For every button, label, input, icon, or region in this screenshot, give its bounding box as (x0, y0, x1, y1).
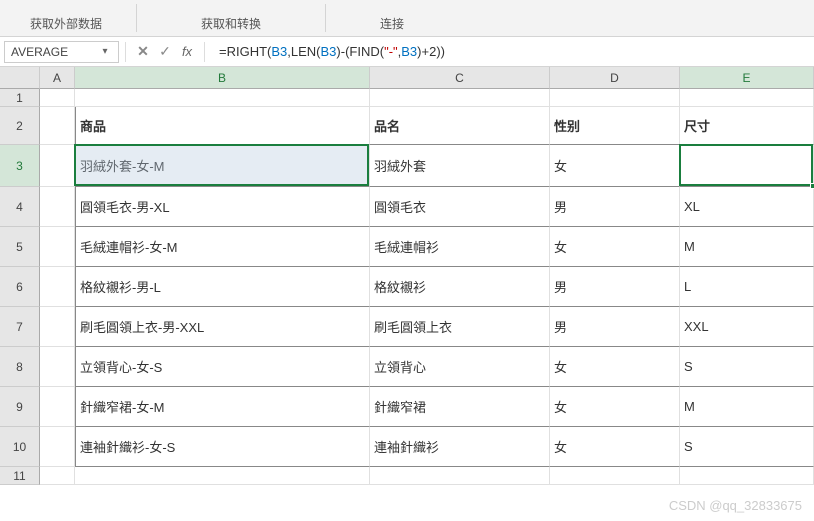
cell-A9[interactable] (40, 387, 75, 427)
cancel-icon[interactable]: ✕ (132, 43, 154, 60)
separator (204, 42, 205, 62)
watermark: CSDN @qq_32833675 (669, 498, 802, 513)
column-header-C[interactable]: C (370, 67, 550, 89)
cell-E1[interactable] (680, 89, 814, 107)
ribbon-separator (136, 4, 137, 32)
column-header-B[interactable]: B (75, 67, 370, 89)
cell-E2[interactable]: 尺寸 (680, 107, 814, 145)
ribbon-separator (325, 4, 326, 32)
cell-A10[interactable] (40, 427, 75, 467)
cell-A7[interactable] (40, 307, 75, 347)
row-header-10[interactable]: 10 (0, 427, 40, 467)
cell-A5[interactable] (40, 227, 75, 267)
select-all-corner[interactable] (0, 67, 40, 89)
cell-E7[interactable]: XXL (680, 307, 814, 347)
formula-bar: ▾ ✕ ✓ fx =RIGHT(B3,LEN(B3)-(FIND("-",B3)… (0, 37, 814, 67)
formula-input[interactable]: =RIGHT(B3,LEN(B3)-(FIND("-",B3)+2)) (211, 44, 810, 60)
chevron-down-icon[interactable]: ▾ (95, 46, 115, 57)
cell-C7[interactable]: 刷毛圓領上衣 (370, 307, 550, 347)
cell-D8[interactable]: 女 (550, 347, 680, 387)
row-header-4[interactable]: 4 (0, 187, 40, 227)
cell-B5[interactable]: 毛絨連帽衫-女-M (75, 227, 370, 267)
enter-icon[interactable]: ✓ (154, 43, 176, 60)
cell-B11[interactable] (75, 467, 370, 485)
cell-C4[interactable]: 圓領毛衣 (370, 187, 550, 227)
row-header-5[interactable]: 5 (0, 227, 40, 267)
cell-B9[interactable]: 針織窄裙-女-M (75, 387, 370, 427)
cell-D10[interactable]: 女 (550, 427, 680, 467)
cell-B2[interactable]: 商品 (75, 107, 370, 145)
cell-A1[interactable] (40, 89, 75, 107)
name-box-input[interactable] (5, 45, 95, 59)
ribbon-label: 获取外部数据 (30, 15, 102, 36)
spreadsheet-grid[interactable]: ABCDE1234567891011商品品名性别尺寸羽絨外套-女-M羽絨外套女'… (0, 67, 814, 521)
row-header-7[interactable]: 7 (0, 307, 40, 347)
cell-A4[interactable] (40, 187, 75, 227)
cell-E9[interactable]: M (680, 387, 814, 427)
name-box[interactable]: ▾ (4, 41, 119, 63)
column-header-D[interactable]: D (550, 67, 680, 89)
cell-D4[interactable]: 男 (550, 187, 680, 227)
cell-B10[interactable]: 連袖針織衫-女-S (75, 427, 370, 467)
cell-C3[interactable]: 羽絨外套 (370, 145, 550, 187)
row-header-3[interactable]: 3 (0, 145, 40, 187)
ribbon: 获取外部数据 获取和转换 连接 (0, 0, 814, 37)
cell-D9[interactable]: 女 (550, 387, 680, 427)
cell-B4[interactable]: 圓領毛衣-男-XL (75, 187, 370, 227)
cell-C1[interactable] (370, 89, 550, 107)
ribbon-label: 获取和转换 (201, 15, 261, 36)
row-header-8[interactable]: 8 (0, 347, 40, 387)
cell-E5[interactable]: M (680, 227, 814, 267)
cell-B7[interactable]: 刷毛圓領上衣-男-XXL (75, 307, 370, 347)
row-header-11[interactable]: 11 (0, 467, 40, 485)
cell-A11[interactable] (40, 467, 75, 485)
row-header-9[interactable]: 9 (0, 387, 40, 427)
row-header-6[interactable]: 6 (0, 267, 40, 307)
cell-A2[interactable] (40, 107, 75, 145)
column-header-E[interactable]: E (680, 67, 814, 89)
cell-B6[interactable]: 格紋襯衫-男-L (75, 267, 370, 307)
column-header-A[interactable]: A (40, 67, 75, 89)
cell-E4[interactable]: XL (680, 187, 814, 227)
cell-C2[interactable]: 品名 (370, 107, 550, 145)
cell-B3[interactable]: 羽絨外套-女-M (75, 145, 370, 187)
cell-A8[interactable] (40, 347, 75, 387)
cell-E3[interactable]: '-",B3)+2)) (680, 145, 814, 187)
fx-icon[interactable]: fx (176, 44, 198, 59)
cell-D1[interactable] (550, 89, 680, 107)
cell-B8[interactable]: 立領背心-女-S (75, 347, 370, 387)
ribbon-label: 连接 (380, 15, 404, 36)
row-header-1[interactable]: 1 (0, 89, 40, 107)
cell-D6[interactable]: 男 (550, 267, 680, 307)
cell-D2[interactable]: 性别 (550, 107, 680, 145)
cell-E8[interactable]: S (680, 347, 814, 387)
cell-C5[interactable]: 毛絨連帽衫 (370, 227, 550, 267)
cell-C9[interactable]: 針織窄裙 (370, 387, 550, 427)
row-header-2[interactable]: 2 (0, 107, 40, 145)
cell-C6[interactable]: 格紋襯衫 (370, 267, 550, 307)
cell-D7[interactable]: 男 (550, 307, 680, 347)
ribbon-group-connections[interactable]: 连接 (330, 0, 454, 36)
cell-A6[interactable] (40, 267, 75, 307)
cell-B1[interactable] (75, 89, 370, 107)
cell-D3[interactable]: 女 (550, 145, 680, 187)
separator (125, 42, 126, 62)
cell-E11[interactable] (680, 467, 814, 485)
cell-C11[interactable] (370, 467, 550, 485)
cell-E6[interactable]: L (680, 267, 814, 307)
ribbon-group-external-data[interactable]: 获取外部数据 (0, 0, 132, 36)
cell-D11[interactable] (550, 467, 680, 485)
ribbon-group-get-transform[interactable]: 获取和转换 (141, 0, 321, 36)
cell-C10[interactable]: 連袖針織衫 (370, 427, 550, 467)
cell-C8[interactable]: 立領背心 (370, 347, 550, 387)
cell-E10[interactable]: S (680, 427, 814, 467)
cell-A3[interactable] (40, 145, 75, 187)
fill-handle[interactable] (810, 183, 814, 189)
cell-D5[interactable]: 女 (550, 227, 680, 267)
